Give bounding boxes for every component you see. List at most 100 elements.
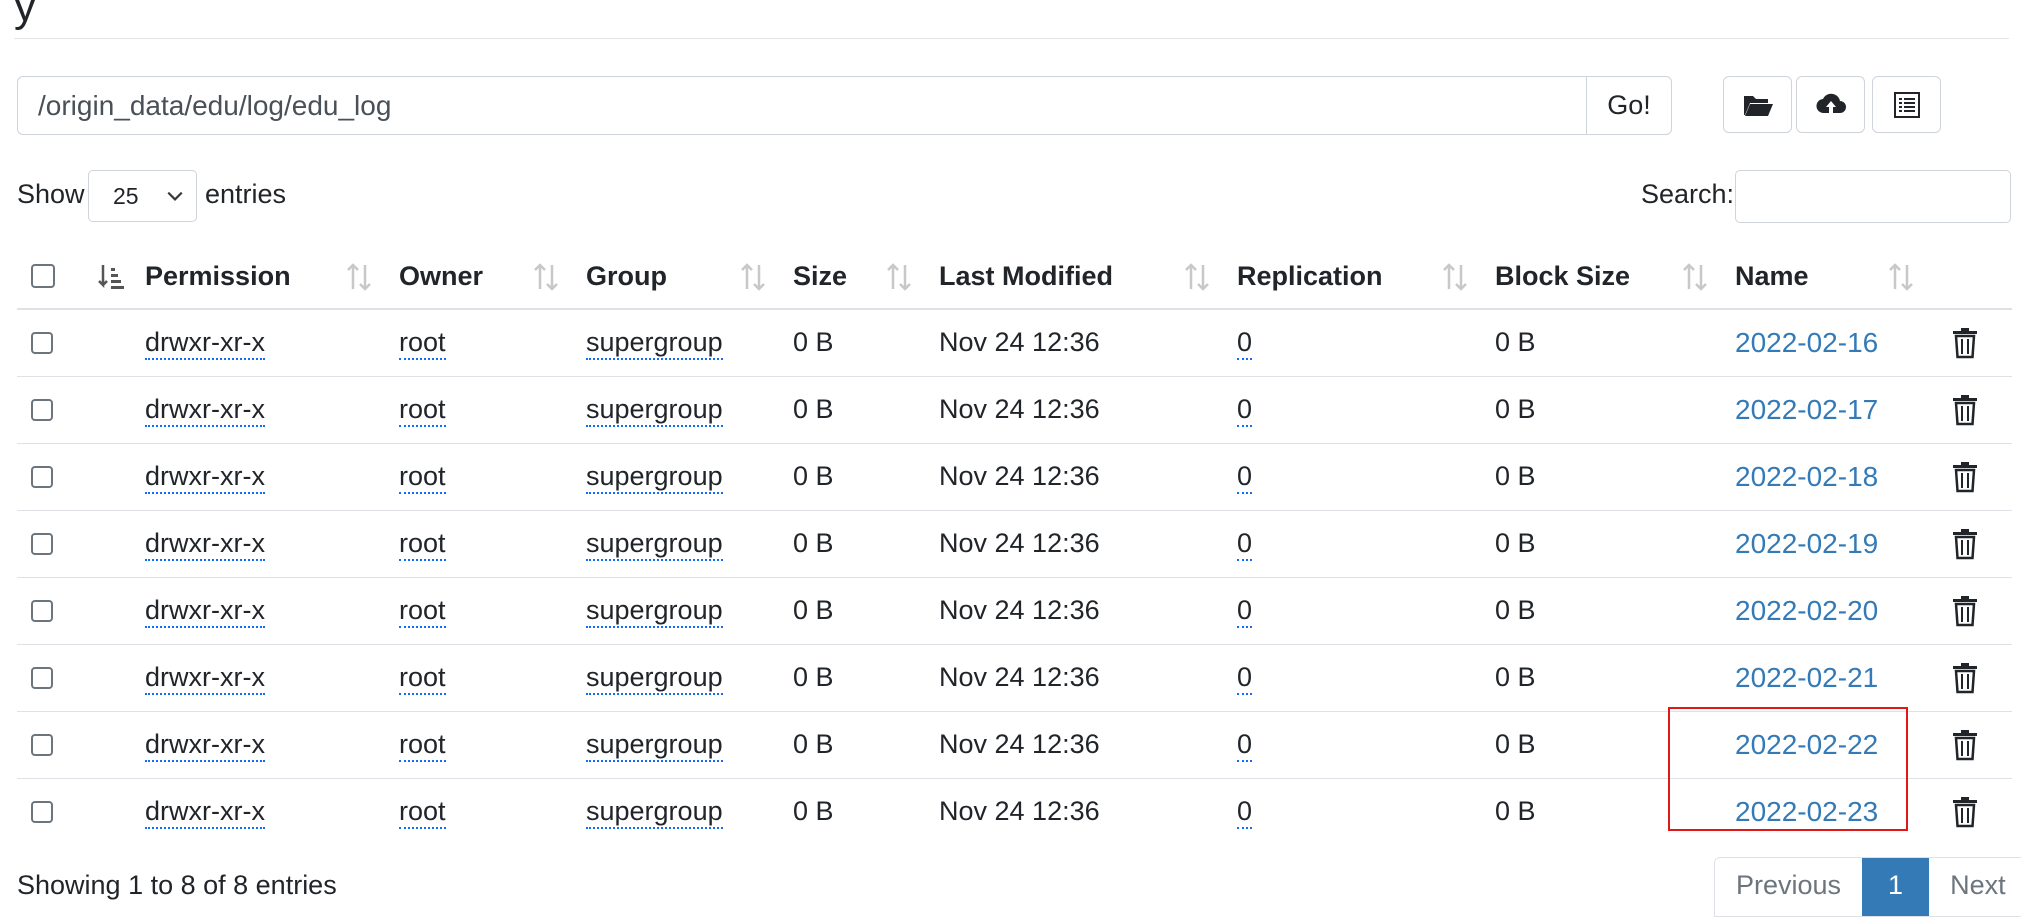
owner-cell[interactable]: root — [399, 443, 586, 511]
permission-value[interactable]: drwxr-xr-x — [145, 394, 265, 427]
delete-cell[interactable] — [1941, 309, 2012, 377]
replication-value[interactable]: 0 — [1237, 394, 1253, 427]
row-checkbox-cell[interactable] — [17, 376, 89, 444]
name-cell[interactable]: 2022-02-17 — [1735, 376, 1941, 444]
delete-cell[interactable] — [1941, 577, 2012, 645]
replication-cell[interactable]: 0 — [1237, 711, 1495, 779]
group-cell[interactable]: supergroup — [586, 711, 793, 779]
owner-value[interactable]: root — [399, 528, 446, 561]
replication-cell[interactable]: 0 — [1237, 376, 1495, 444]
group-cell[interactable]: supergroup — [586, 577, 793, 645]
permission-cell[interactable]: drwxr-xr-x — [145, 510, 399, 578]
row-checkbox-cell[interactable] — [17, 443, 89, 511]
row-checkbox[interactable] — [31, 599, 53, 622]
block-size-header[interactable]: Block Size — [1495, 244, 1735, 310]
name-cell[interactable]: 2022-02-18 — [1735, 443, 1941, 511]
delete-button[interactable] — [1941, 394, 2012, 426]
replication-value[interactable]: 0 — [1237, 662, 1253, 695]
directory-name-link[interactable]: 2022-02-20 — [1735, 595, 1878, 626]
permission-value[interactable]: drwxr-xr-x — [145, 729, 265, 762]
replication-cell[interactable]: 0 — [1237, 577, 1495, 645]
directory-name-link[interactable]: 2022-02-17 — [1735, 394, 1878, 425]
permission-value[interactable]: drwxr-xr-x — [145, 796, 265, 830]
delete-button[interactable] — [1941, 461, 2012, 493]
replication-value[interactable]: 0 — [1237, 528, 1253, 561]
owner-header[interactable]: Owner — [399, 244, 586, 310]
group-cell[interactable]: supergroup — [586, 510, 793, 578]
delete-cell[interactable] — [1941, 711, 2012, 779]
replication-value[interactable]: 0 — [1237, 796, 1253, 830]
owner-cell[interactable]: root — [399, 778, 586, 845]
owner-cell[interactable]: root — [399, 644, 586, 712]
last-modified-header[interactable]: Last Modified — [939, 244, 1237, 310]
permission-value[interactable]: drwxr-xr-x — [145, 327, 265, 361]
replication-cell[interactable]: 0 — [1237, 778, 1495, 845]
permission-cell[interactable]: drwxr-xr-x — [145, 711, 399, 779]
group-cell[interactable]: supergroup — [586, 376, 793, 444]
group-value[interactable]: supergroup — [586, 327, 723, 361]
name-cell[interactable]: 2022-02-21 — [1735, 644, 1941, 712]
owner-cell[interactable]: root — [399, 309, 586, 377]
row-checkbox[interactable] — [31, 331, 53, 354]
group-value[interactable]: supergroup — [586, 595, 723, 628]
row-checkbox[interactable] — [31, 733, 53, 756]
name-cell[interactable]: 2022-02-20 — [1735, 577, 1941, 645]
owner-value[interactable]: root — [399, 327, 446, 361]
replication-value[interactable]: 0 — [1237, 461, 1253, 494]
owner-cell[interactable]: root — [399, 577, 586, 645]
delete-cell[interactable] — [1941, 778, 2012, 845]
go-button[interactable]: Go! — [1586, 76, 1672, 135]
permission-cell[interactable]: drwxr-xr-x — [145, 577, 399, 645]
group-header[interactable]: Group — [586, 244, 793, 310]
row-checkbox[interactable] — [31, 532, 53, 555]
owner-value[interactable]: root — [399, 461, 446, 494]
group-value[interactable]: supergroup — [586, 796, 723, 830]
owner-value[interactable]: root — [399, 662, 446, 695]
permission-cell[interactable]: drwxr-xr-x — [145, 778, 399, 845]
select-all-checkbox[interactable] — [31, 264, 55, 288]
delete-cell[interactable] — [1941, 376, 2012, 444]
owner-value[interactable]: root — [399, 796, 446, 830]
group-cell[interactable]: supergroup — [586, 309, 793, 377]
row-checkbox-cell[interactable] — [17, 711, 89, 779]
next-page-button[interactable]: Next — [1929, 858, 2021, 916]
permission-value[interactable]: drwxr-xr-x — [145, 595, 265, 628]
group-cell[interactable]: supergroup — [586, 644, 793, 712]
group-value[interactable]: supergroup — [586, 528, 723, 561]
replication-value[interactable]: 0 — [1237, 327, 1253, 361]
delete-button[interactable] — [1941, 528, 2012, 560]
sort-column-header[interactable] — [89, 244, 145, 310]
replication-cell[interactable]: 0 — [1237, 510, 1495, 578]
row-checkbox[interactable] — [31, 800, 53, 823]
replication-cell[interactable]: 0 — [1237, 443, 1495, 511]
delete-button[interactable] — [1941, 729, 2012, 761]
search-input[interactable] — [1735, 170, 2011, 223]
row-checkbox[interactable] — [31, 398, 53, 421]
replication-cell[interactable]: 0 — [1237, 309, 1495, 377]
delete-button[interactable] — [1941, 327, 2012, 359]
row-checkbox[interactable] — [31, 465, 53, 488]
owner-value[interactable]: root — [399, 394, 446, 427]
create-directory-button[interactable] — [1723, 76, 1792, 133]
select-all-header[interactable] — [17, 244, 89, 310]
path-input[interactable] — [17, 76, 1587, 135]
permission-header[interactable]: Permission — [145, 244, 399, 310]
permission-cell[interactable]: drwxr-xr-x — [145, 376, 399, 444]
row-checkbox[interactable] — [31, 666, 53, 689]
size-header[interactable]: Size — [793, 244, 939, 310]
cut-paste-button[interactable] — [1872, 76, 1941, 133]
group-cell[interactable]: supergroup — [586, 443, 793, 511]
name-header[interactable]: Name — [1735, 244, 1941, 310]
group-cell[interactable]: supergroup — [586, 778, 793, 845]
owner-value[interactable]: root — [399, 595, 446, 628]
directory-name-link[interactable]: 2022-02-19 — [1735, 528, 1878, 559]
delete-button[interactable] — [1941, 796, 2012, 828]
delete-cell[interactable] — [1941, 644, 2012, 712]
owner-cell[interactable]: root — [399, 376, 586, 444]
delete-cell[interactable] — [1941, 443, 2012, 511]
owner-cell[interactable]: root — [399, 510, 586, 578]
row-checkbox-cell[interactable] — [17, 577, 89, 645]
delete-button[interactable] — [1941, 662, 2012, 694]
name-cell[interactable]: 2022-02-19 — [1735, 510, 1941, 578]
entries-per-page-select[interactable]: 25 — [88, 170, 197, 222]
